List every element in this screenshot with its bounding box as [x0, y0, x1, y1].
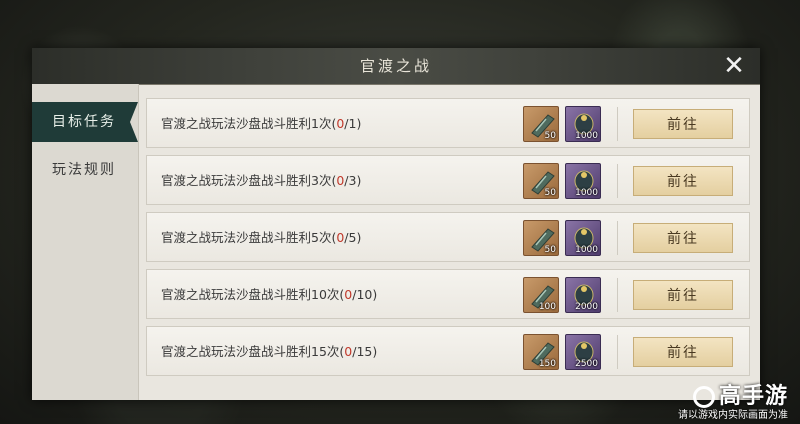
task-row: 官渡之战玩法沙盘战斗胜利10次(0/10) 100 2000 前往	[146, 269, 750, 319]
task-row: 官渡之战玩法沙盘战斗胜利1次(0/1) 50 1000 前往	[146, 98, 750, 148]
go-button[interactable]: 前往	[633, 109, 733, 139]
go-button[interactable]: 前往	[633, 223, 733, 253]
task-description: 官渡之战玩法沙盘战斗胜利15次(0/15)	[161, 344, 378, 359]
go-button[interactable]: 前往	[633, 280, 733, 310]
reward-item-pouch[interactable]: 1000	[565, 163, 601, 199]
watermark: 高手游 请以游戏内实际画面为准	[632, 378, 792, 424]
go-button[interactable]: 前往	[633, 337, 733, 367]
task-description: 官渡之战玩法沙盘战斗胜利5次(0/5)	[161, 230, 362, 245]
divider	[617, 278, 618, 312]
task-row: 官渡之战玩法沙盘战斗胜利5次(0/5) 50 1000 前往	[146, 212, 750, 262]
tab-target-tasks[interactable]: 目标任务	[32, 102, 138, 142]
reward-item-scroll[interactable]: 50	[523, 220, 559, 256]
reward-item-pouch[interactable]: 1000	[565, 106, 601, 142]
reward-item-scroll[interactable]: 150	[523, 334, 559, 370]
divider	[617, 164, 618, 198]
task-row: 官渡之战玩法沙盘战斗胜利3次(0/3) 50 1000 前往	[146, 155, 750, 205]
sidebar: 目标任务 玩法规则	[32, 84, 139, 400]
reward-quantity: 2000	[575, 302, 598, 312]
watermark-subtitle: 请以游戏内实际画面为准	[678, 410, 788, 421]
reward-item-scroll[interactable]: 50	[523, 106, 559, 142]
divider	[617, 335, 618, 369]
task-description: 官渡之战玩法沙盘战斗胜利10次(0/10)	[161, 287, 378, 302]
reward-quantity: 50	[544, 188, 556, 198]
reward-quantity: 1000	[575, 245, 598, 255]
reward-item-pouch[interactable]: 1000	[565, 220, 601, 256]
task-description: 官渡之战玩法沙盘战斗胜利1次(0/1)	[161, 116, 362, 131]
reward-item-scroll[interactable]: 50	[523, 163, 559, 199]
reward-item-pouch[interactable]: 2500	[565, 334, 601, 370]
task-row: 官渡之战玩法沙盘战斗胜利15次(0/15) 150 2500 前往	[146, 326, 750, 376]
event-dialog: 官渡之战 ✕ 目标任务 玩法规则 官渡之战玩法沙盘战斗胜利1次(0/1) 50 …	[32, 48, 760, 400]
reward-item-pouch[interactable]: 2000	[565, 277, 601, 313]
reward-quantity: 150	[538, 359, 556, 369]
reward-quantity: 50	[544, 245, 556, 255]
reward-quantity: 50	[544, 131, 556, 141]
dialog-titlebar: 官渡之战 ✕	[32, 48, 760, 85]
dialog-title: 官渡之战	[359, 57, 432, 75]
tab-label: 目标任务	[52, 114, 116, 130]
tab-rules[interactable]: 玩法规则	[32, 150, 138, 190]
divider	[617, 221, 618, 255]
reward-quantity: 1000	[575, 131, 598, 141]
divider	[617, 107, 618, 141]
reward-quantity: 2500	[575, 359, 598, 369]
go-button[interactable]: 前往	[633, 166, 733, 196]
reward-item-scroll[interactable]: 100	[523, 277, 559, 313]
close-icon[interactable]: ✕	[720, 52, 748, 80]
tab-label: 玩法规则	[52, 162, 116, 178]
reward-quantity: 1000	[575, 188, 598, 198]
brand-g-icon	[692, 386, 715, 408]
reward-quantity: 100	[538, 302, 556, 312]
task-description: 官渡之战玩法沙盘战斗胜利3次(0/3)	[161, 173, 362, 188]
